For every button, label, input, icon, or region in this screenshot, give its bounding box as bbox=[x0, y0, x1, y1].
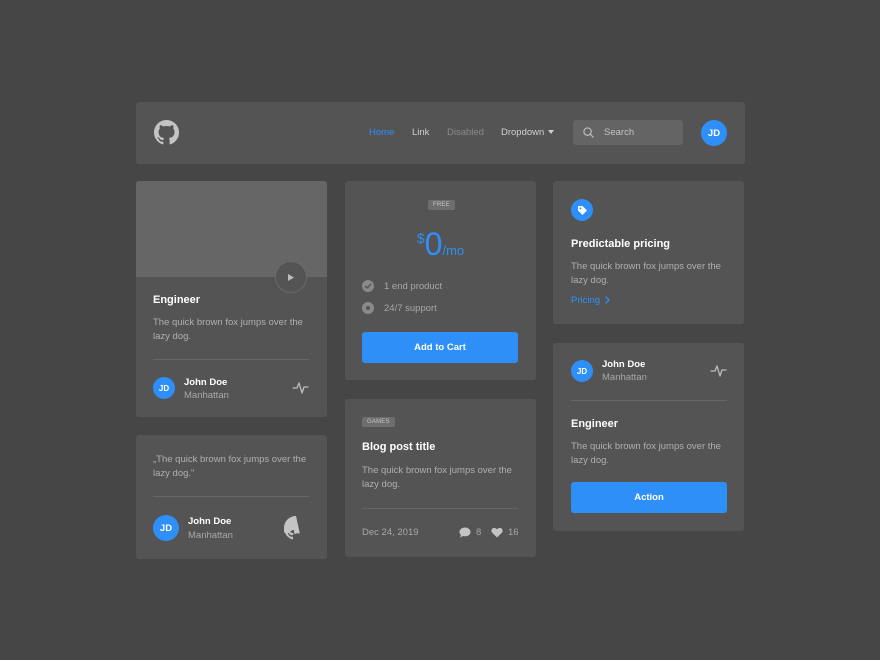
tag-icon bbox=[577, 205, 587, 215]
category-badge: GAMES bbox=[362, 417, 395, 427]
comment-count: 8 bbox=[476, 527, 482, 538]
card-description: The quick brown fox jumps over the lazy … bbox=[153, 317, 303, 342]
check-circle-icon bbox=[362, 280, 374, 292]
post-date: Dec 24, 2019 bbox=[362, 527, 419, 538]
activity-icon[interactable] bbox=[710, 363, 727, 378]
avatar[interactable]: JD bbox=[153, 377, 175, 399]
nav-link-dropdown[interactable]: Dropdown bbox=[501, 127, 544, 138]
search-input[interactable]: Search bbox=[573, 120, 683, 145]
action-button[interactable]: Action bbox=[571, 482, 727, 513]
user-location: Manhattan bbox=[188, 530, 233, 541]
card-title: Engineer bbox=[153, 294, 201, 306]
caret-down-icon[interactable] bbox=[548, 130, 554, 134]
price-currency: $ bbox=[416, 230, 425, 246]
quote-text: „The quick brown fox jumps over the lazy… bbox=[153, 454, 307, 479]
feature-item: 24/7 support bbox=[384, 303, 437, 314]
feature-item: 1 end product bbox=[384, 281, 443, 292]
tag-badge bbox=[571, 199, 593, 221]
nav-link-home[interactable]: Home bbox=[369, 127, 394, 138]
nav-link-link[interactable]: Link bbox=[412, 127, 429, 138]
user-name: John Doe bbox=[602, 359, 646, 370]
avatar[interactable]: JD bbox=[701, 120, 727, 146]
price: $0/mo bbox=[345, 226, 536, 262]
github-icon[interactable] bbox=[284, 516, 308, 540]
divider bbox=[153, 496, 309, 497]
divider bbox=[571, 400, 727, 401]
price-amount: 0 bbox=[424, 226, 443, 262]
post-description: The quick brown fox jumps over the lazy … bbox=[362, 465, 512, 490]
card-title: Engineer bbox=[571, 418, 619, 430]
user-location: Manhattan bbox=[184, 390, 229, 401]
feature-description: The quick brown fox jumps over the lazy … bbox=[571, 261, 721, 286]
plan-badge: FREE bbox=[428, 200, 455, 210]
search-placeholder: Search bbox=[604, 127, 635, 138]
close-circle-icon bbox=[362, 302, 374, 314]
play-icon bbox=[288, 273, 294, 281]
user-name: John Doe bbox=[188, 516, 232, 527]
search-icon bbox=[583, 127, 594, 138]
user-name: John Doe bbox=[184, 377, 228, 388]
heart-icon[interactable] bbox=[491, 527, 503, 538]
like-count: 16 bbox=[508, 527, 519, 538]
activity-icon[interactable] bbox=[292, 380, 309, 395]
comment-icon[interactable] bbox=[459, 527, 471, 538]
avatar[interactable]: JD bbox=[153, 515, 179, 541]
divider bbox=[362, 508, 518, 509]
feature-title: Predictable pricing bbox=[571, 238, 671, 250]
github-icon[interactable] bbox=[154, 120, 179, 145]
avatar[interactable]: JD bbox=[571, 360, 593, 382]
post-title[interactable]: Blog post title bbox=[362, 441, 435, 453]
nav-link-disabled: Disabled bbox=[447, 127, 484, 138]
card-description: The quick brown fox jumps over the lazy … bbox=[571, 441, 721, 466]
chevron-right-icon[interactable] bbox=[605, 296, 610, 304]
pricing-link[interactable]: Pricing bbox=[571, 295, 600, 306]
add-to-cart-button[interactable]: Add to Cart bbox=[362, 332, 518, 363]
user-location: Manhattan bbox=[602, 372, 647, 383]
price-period: /mo bbox=[442, 243, 465, 258]
play-button[interactable] bbox=[275, 261, 307, 293]
divider bbox=[153, 359, 309, 360]
